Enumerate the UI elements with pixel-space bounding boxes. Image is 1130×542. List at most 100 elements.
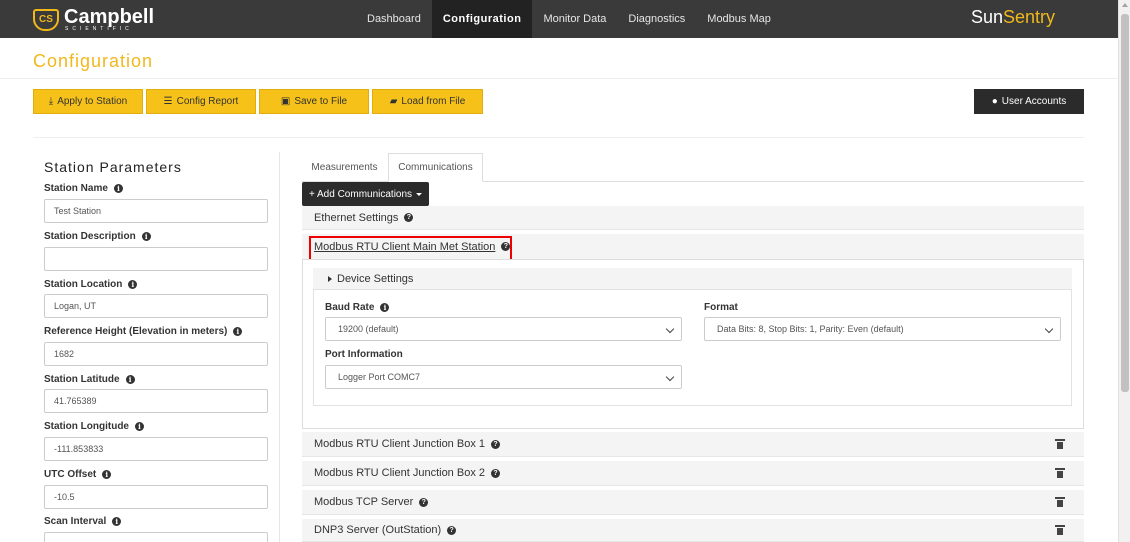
- nav-modbus-map[interactable]: Modbus Map: [696, 0, 782, 38]
- station-longitude-label: Station Longitude i: [44, 421, 144, 432]
- users-label: User Accounts: [1001, 96, 1067, 107]
- trash-icon[interactable]: [1055, 439, 1065, 449]
- list-icon: ☰: [163, 96, 173, 107]
- label-text: Station Location: [44, 279, 123, 290]
- tab-communications[interactable]: Communications: [388, 153, 483, 182]
- report-label: Config Report: [176, 96, 239, 107]
- ethernet-settings-row[interactable]: Ethernet Settings?: [302, 206, 1084, 230]
- help-icon[interactable]: ?: [404, 213, 414, 222]
- config-report-button[interactable]: ☰ Config Report: [146, 89, 256, 114]
- top-navbar: CS Campbell SCIENTIFIC Dashboard Configu…: [0, 0, 1118, 38]
- format-select[interactable]: Data Bits: 8, Stop Bits: 1, Parity: Even…: [704, 317, 1061, 341]
- apply-to-station-button[interactable]: ⤓ Apply to Station: [33, 89, 143, 114]
- page-scrollbar[interactable]: [1118, 0, 1130, 542]
- floppy-icon: ▣: [280, 96, 291, 107]
- apply-label: Apply to Station: [57, 96, 128, 107]
- label-text: Format: [704, 302, 738, 313]
- toolbar-divider: [33, 137, 1084, 138]
- cs-badge-icon: CS: [33, 8, 59, 31]
- info-icon[interactable]: i: [141, 232, 151, 241]
- station-name-input[interactable]: Test Station: [44, 199, 268, 223]
- modbus-tcp-server-row[interactable]: Modbus TCP Server?: [302, 490, 1084, 515]
- nav-monitor-data[interactable]: Monitor Data: [532, 0, 617, 38]
- station-longitude-input[interactable]: -111.853833: [44, 437, 268, 461]
- select-value: 19200 (default): [338, 324, 399, 334]
- station-location-label: Station Location i: [44, 279, 138, 290]
- format-label: Format: [704, 302, 738, 313]
- trash-icon[interactable]: [1055, 525, 1065, 535]
- scroll-up-icon[interactable]: [1122, 3, 1128, 7]
- utc-offset-input[interactable]: -10.5: [44, 485, 268, 509]
- device-settings-label: Device Settings: [337, 272, 414, 285]
- folder-open-icon: ▰: [389, 96, 398, 107]
- info-icon[interactable]: i: [380, 303, 390, 312]
- help-icon[interactable]: ?: [419, 497, 429, 507]
- modbus-junction-box-2-row[interactable]: Modbus RTU Client Junction Box 2?: [302, 461, 1084, 486]
- reference-height-label: Reference Height (Elevation in meters) i: [44, 326, 243, 337]
- nav-dashboard[interactable]: Dashboard: [356, 0, 432, 38]
- select-value: Logger Port COMC7: [338, 372, 421, 382]
- panel-divider: [279, 152, 280, 542]
- logo-subtext: SCIENTIFIC: [65, 26, 133, 32]
- tab-measurements[interactable]: Measurements: [302, 153, 387, 182]
- chevron-down-icon: [665, 372, 675, 382]
- main-nav: Dashboard Configuration Monitor Data Dia…: [356, 0, 782, 38]
- load-label: Load from File: [401, 96, 466, 107]
- save-to-file-button[interactable]: ▣ Save to File: [259, 89, 369, 114]
- info-icon[interactable]: i: [125, 375, 135, 384]
- label-text: Reference Height (Elevation in meters): [44, 326, 228, 337]
- label-text: Station Longitude: [44, 421, 129, 432]
- info-icon[interactable]: i: [233, 327, 243, 336]
- chevron-down-icon: [665, 324, 675, 334]
- station-latitude-input[interactable]: 41.765389: [44, 389, 268, 413]
- load-from-file-button[interactable]: ▰ Load from File: [372, 89, 483, 114]
- download-icon: ⤓: [48, 96, 54, 107]
- station-name-label: Station Name i: [44, 183, 123, 194]
- info-icon[interactable]: i: [128, 280, 138, 289]
- caret-down-icon: [416, 192, 423, 196]
- reference-height-input[interactable]: 1682: [44, 342, 268, 366]
- station-description-label: Station Description i: [44, 231, 151, 242]
- sunsentry-logo: SunSentry: [971, 7, 1055, 28]
- device-settings-header[interactable]: Device Settings: [313, 268, 1072, 290]
- row-label: Modbus RTU Client Junction Box 1: [314, 438, 485, 450]
- caret-right-icon: [328, 275, 332, 282]
- info-icon[interactable]: i: [113, 184, 123, 193]
- row-label: DNP3 Server (OutStation): [314, 524, 442, 536]
- dnp3-server-row[interactable]: DNP3 Server (OutStation)?: [302, 519, 1084, 542]
- user-accounts-button[interactable]: ● User Accounts: [974, 89, 1084, 114]
- trash-icon[interactable]: [1055, 468, 1065, 478]
- info-icon[interactable]: i: [112, 517, 122, 526]
- info-icon[interactable]: i: [102, 470, 112, 479]
- help-icon[interactable]: ?: [491, 468, 500, 478]
- nav-configuration[interactable]: Configuration: [431, 0, 533, 38]
- station-description-input[interactable]: [44, 247, 268, 271]
- select-value: Data Bits: 8, Stop Bits: 1, Parity: Even…: [717, 324, 904, 334]
- row-label: Ethernet Settings: [314, 211, 399, 224]
- label-text: Baud Rate: [325, 302, 375, 313]
- add-label: + Add Communications: [308, 188, 413, 200]
- add-communications-button[interactable]: + Add Communications: [302, 182, 429, 206]
- brand-sentry: Sentry: [1003, 7, 1056, 27]
- label-text: Scan Interval: [44, 516, 107, 527]
- port-information-select[interactable]: Logger Port COMC7: [325, 365, 682, 389]
- help-icon[interactable]: ?: [491, 439, 500, 449]
- label-text: UTC Offset: [44, 469, 97, 480]
- baud-rate-label: Baud Rate i: [325, 302, 390, 313]
- nav-diagnostics[interactable]: Diagnostics: [617, 0, 696, 38]
- label-text: Port Information: [325, 349, 403, 360]
- trash-icon[interactable]: [1055, 497, 1065, 507]
- modbus-junction-box-1-row[interactable]: Modbus RTU Client Junction Box 1?: [302, 432, 1084, 457]
- page-title: Configuration: [33, 51, 154, 71]
- scan-interval-input[interactable]: [44, 532, 268, 542]
- info-icon[interactable]: i: [135, 422, 144, 431]
- baud-rate-select[interactable]: 19200 (default): [325, 317, 682, 341]
- brand-sun: Sun: [971, 7, 1004, 27]
- scroll-thumb[interactable]: [1121, 14, 1129, 392]
- row-label: Modbus TCP Server: [314, 496, 414, 508]
- row-label: Modbus RTU Client Junction Box 2: [314, 467, 485, 479]
- title-divider: [0, 78, 1118, 79]
- station-location-input[interactable]: Logan, UT: [44, 294, 268, 318]
- help-icon[interactable]: ?: [447, 525, 457, 535]
- campbell-logo[interactable]: CS Campbell SCIENTIFIC: [33, 6, 154, 33]
